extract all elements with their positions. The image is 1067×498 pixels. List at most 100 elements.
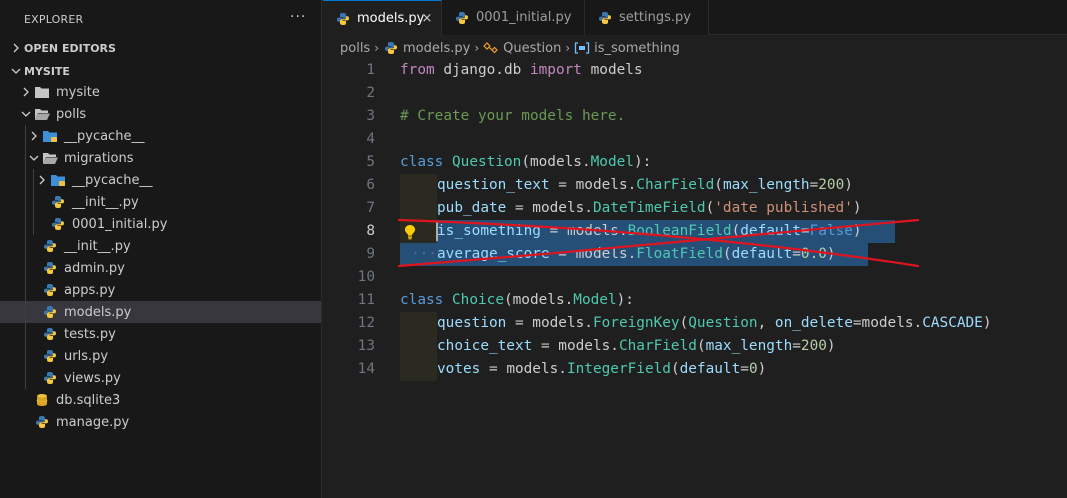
tree-item-manage-py[interactable]: manage.py — [0, 411, 321, 433]
tree-item-label: db.sqlite3 — [56, 392, 121, 408]
tree-item-label: models.py — [64, 304, 132, 320]
indent-guide — [25, 147, 26, 169]
code-text: class Choice(models.Model): — [400, 292, 634, 308]
indent-guide — [25, 235, 26, 257]
code-text: votes = models.IntegerField(default=0) — [437, 361, 767, 377]
tree-item-init-py[interactable]: __init__.py — [0, 235, 321, 257]
code-editor[interactable]: 1 from django.db import models 2 3 # Cre… — [323, 59, 1067, 498]
indent-highlight — [400, 358, 437, 381]
breadcrumb-file-label: models.py — [403, 40, 471, 56]
indent-guide — [25, 301, 26, 323]
indent-highlight — [400, 335, 437, 358]
tree-item-urls-py[interactable]: urls.py — [0, 345, 321, 367]
line-number: 4 — [366, 131, 375, 147]
tree-item-label: migrations — [64, 150, 134, 166]
line-number: 1 — [366, 62, 375, 78]
tree-item-polls[interactable]: polls — [0, 103, 321, 125]
tab-models-py[interactable]: models.py × — [323, 0, 442, 36]
tree-item-label: views.py — [64, 370, 121, 386]
breadcrumb-class[interactable]: Question — [483, 40, 561, 56]
python-file-icon — [383, 40, 399, 56]
tree-item-migrations[interactable]: migrations — [0, 147, 321, 169]
tree-item-mysite[interactable]: mysite — [0, 81, 321, 103]
indent-guide — [25, 257, 26, 279]
code-line-selected: 9 ··· average_score = models.FloatField(… — [323, 243, 1067, 266]
code-line: 14 votes = models.IntegerField(default=0… — [323, 358, 1067, 381]
tree-item-label: __pycache__ — [72, 172, 153, 188]
code-text: choice_text = models.CharField(max_lengt… — [437, 338, 836, 354]
tree-item-init-py[interactable]: __init__.py — [0, 191, 321, 213]
code-line: 13 choice_text = models.CharField(max_le… — [323, 335, 1067, 358]
tab-label: settings.py — [619, 10, 691, 25]
line-number: 6 — [366, 177, 375, 193]
code-text: question_text = models.CharField(max_len… — [437, 177, 853, 193]
explorer-sidebar: EXPLORER ··· OPEN EDITORS MYSITE mysite — [0, 0, 322, 498]
tree-item-models-py[interactable]: models.py — [0, 301, 321, 323]
tree-item-pycache[interactable]: __pycache__ — [0, 125, 321, 147]
more-actions-button[interactable]: ··· — [290, 9, 306, 25]
python-file-icon — [42, 348, 58, 364]
tab-settings-py[interactable]: settings.py — [585, 0, 709, 35]
section-label: OPEN EDITORS — [24, 41, 116, 55]
code-line: 7 pub_date = models.DateTimeField('date … — [323, 197, 1067, 220]
python-file-icon — [335, 11, 351, 27]
line-number: 12 — [357, 315, 375, 331]
tab-0001-initial-py[interactable]: 0001_initial.py — [442, 0, 585, 35]
chevron-right-icon — [18, 81, 34, 103]
tree-item-views-py[interactable]: views.py — [0, 367, 321, 389]
python-file-icon — [34, 414, 50, 430]
line-number: 3 — [366, 108, 375, 124]
chevron-right-icon: › — [374, 41, 380, 55]
class-symbol-icon — [483, 40, 499, 56]
chevron-down-icon — [8, 60, 24, 82]
close-icon[interactable]: × — [419, 10, 435, 26]
folder-open-icon — [42, 150, 58, 166]
tree-item-label: __init__.py — [64, 238, 131, 254]
python-file-icon — [42, 304, 58, 320]
code-text: is_something = models.BooleanField(defau… — [437, 223, 862, 239]
indent-guide — [25, 213, 26, 235]
section-open-editors[interactable]: OPEN EDITORS — [0, 37, 321, 59]
code-text: question = models.ForeignKey(Question, o… — [437, 315, 992, 331]
chevron-right-icon — [8, 37, 24, 59]
python-package-folder-icon — [42, 128, 58, 144]
code-line: 1 from django.db import models — [323, 59, 1067, 82]
tree-item-db-sqlite3[interactable]: db.sqlite3 — [0, 389, 321, 411]
indent-guide — [25, 279, 26, 301]
breadcrumb-folder[interactable]: polls — [340, 41, 370, 56]
tree-item-label: urls.py — [64, 348, 109, 364]
tab-bar: models.py × 0001_initial.py settings.py — [323, 0, 1067, 36]
tree-item-tests-py[interactable]: tests.py — [0, 323, 321, 345]
code-comment: # Create your models here. — [400, 108, 626, 124]
code-line: 11 class Choice(models.Model): — [323, 289, 1067, 312]
tree-item-admin-py[interactable]: admin.py — [0, 257, 321, 279]
folder-icon — [34, 84, 50, 100]
tree-item-0001-initial-py[interactable]: 0001_initial.py — [0, 213, 321, 235]
chevron-down-icon — [26, 147, 42, 169]
section-mysite[interactable]: MYSITE — [0, 60, 321, 82]
code-line: 2 — [323, 82, 1067, 105]
breadcrumb-file[interactable]: models.py — [383, 40, 470, 56]
lightbulb-icon[interactable] — [403, 224, 417, 240]
python-file-icon — [454, 10, 470, 26]
indent-guide — [25, 323, 26, 345]
code-text: average_score = models.FloatField(defaul… — [437, 246, 836, 262]
tree-item-apps-py[interactable]: apps.py — [0, 279, 321, 301]
code-line-selected: 8 is_something = models.BooleanField(def… — [323, 220, 1067, 243]
code-text: class Question(models.Model): — [400, 154, 652, 170]
tree-item-label: tests.py — [64, 326, 116, 342]
database-icon — [34, 392, 50, 408]
indent-guide — [25, 125, 26, 147]
line-number: 9 — [366, 246, 375, 262]
tree-item-label: mysite — [56, 84, 100, 100]
python-file-icon — [50, 216, 66, 232]
breadcrumb-field[interactable]: is_something — [574, 40, 680, 56]
python-file-icon — [50, 194, 66, 210]
indent-highlight — [400, 197, 437, 220]
python-file-icon — [42, 370, 58, 386]
tab-label: models.py — [357, 11, 425, 26]
python-file-icon — [42, 282, 58, 298]
code-text: from django.db import models — [400, 62, 643, 78]
tree-item-pycache[interactable]: __pycache__ — [0, 169, 321, 191]
code-line: 4 — [323, 128, 1067, 151]
